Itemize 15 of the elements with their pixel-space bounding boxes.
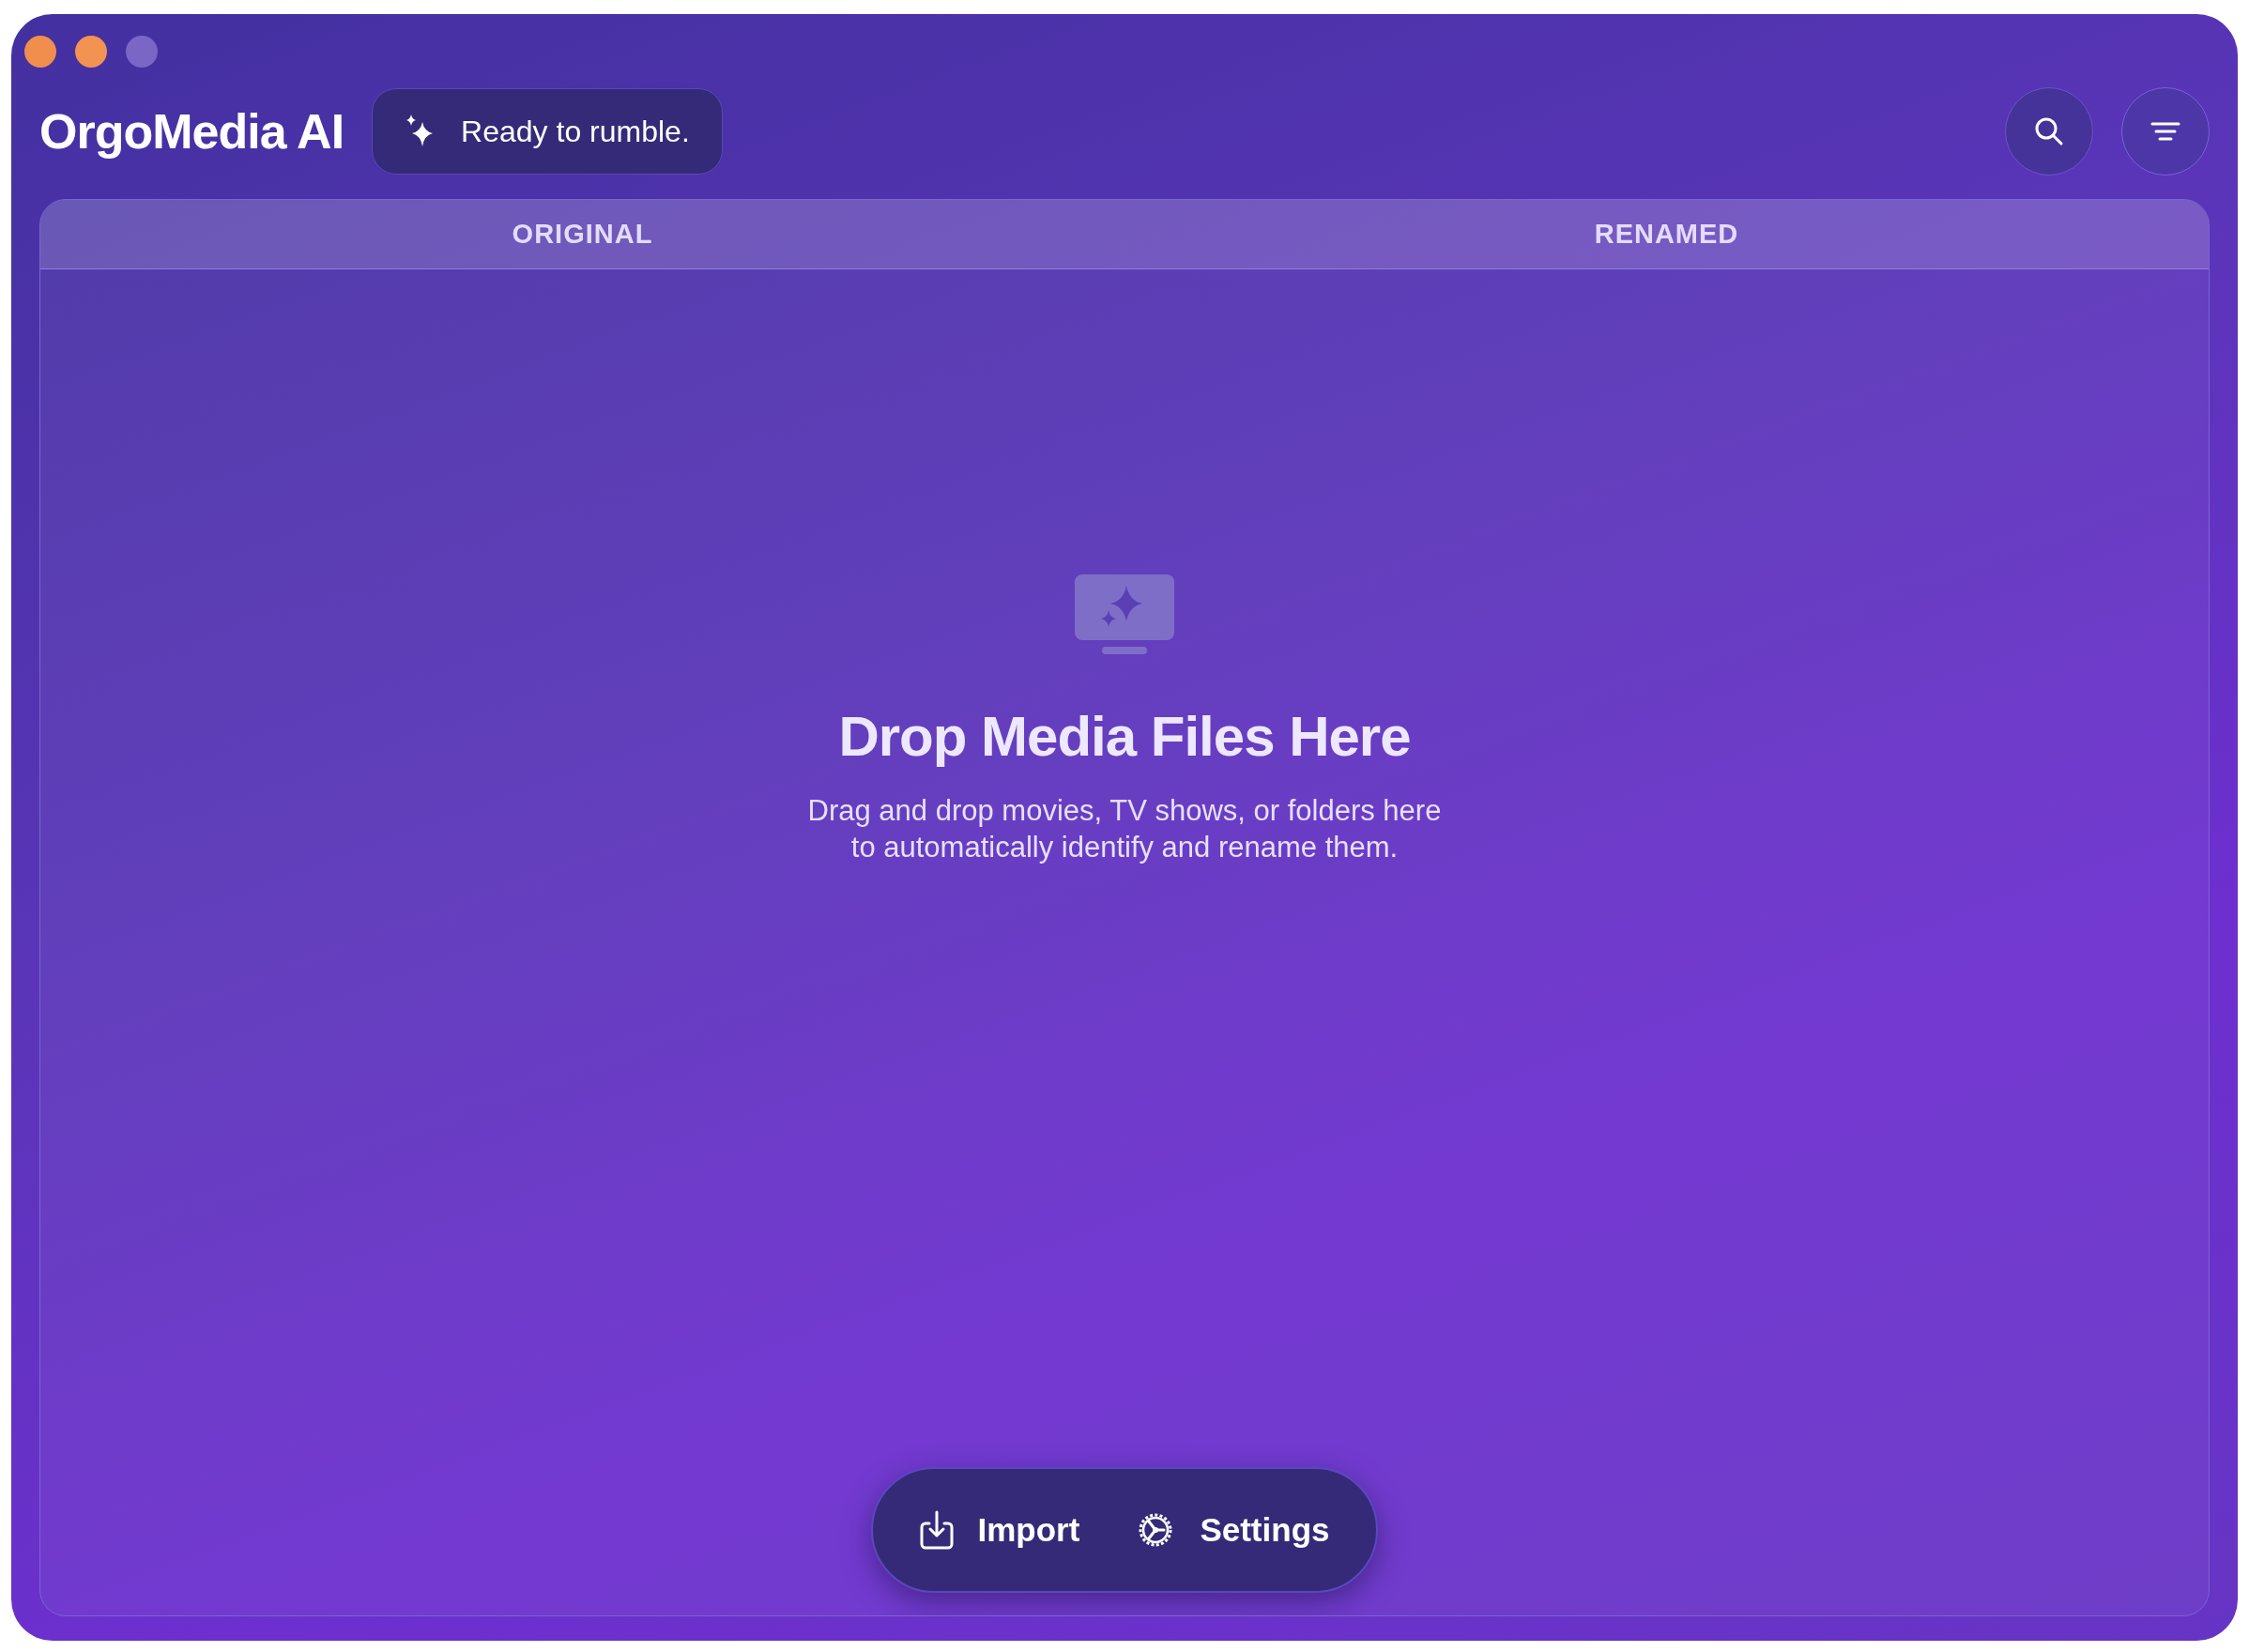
empty-state-heading: Drop Media Files Here [838,704,1411,770]
download-tray-icon [919,1510,954,1550]
filter-icon [2150,120,2180,142]
column-header: RENAMED [1594,217,1739,251]
minimize-window-icon[interactable] [75,36,107,68]
import-button[interactable]: Import [919,1505,1080,1555]
app-title: OrgoMedia AI [39,102,344,161]
close-window-icon[interactable] [24,36,56,68]
zoom-window-icon[interactable] [126,36,158,68]
settings-button[interactable]: Settings [1136,1505,1330,1555]
tv-sparkle-icon [1075,574,1174,655]
search-icon [2034,115,2064,146]
column-header: ORIGINAL [512,217,653,251]
status-text: Ready to rumble. [461,113,690,150]
empty-state-description: Drag and drop movies, TV shows, or folders here to automatically identify and rename them. [807,793,1442,865]
